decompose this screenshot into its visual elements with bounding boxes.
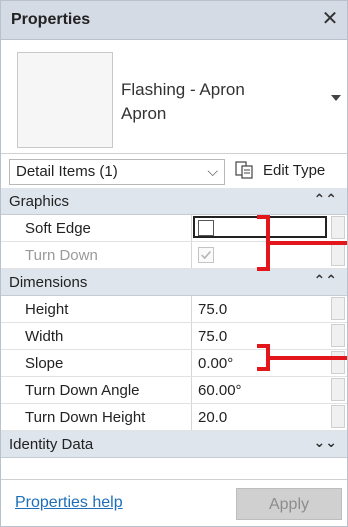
- category-identity-data[interactable]: Identity Data ⌄⌄: [1, 431, 347, 458]
- property-row-turn-down-angle: Turn Down Angle 60.00°: [1, 377, 347, 404]
- palette-footer: Properties help Apply: [1, 479, 347, 527]
- property-name-text: Soft Edge: [25, 220, 91, 237]
- edit-type-button[interactable]: Edit Type: [231, 158, 343, 184]
- property-row-slope: Slope 0.00°: [1, 350, 347, 377]
- row-scroll-button[interactable]: [331, 297, 345, 320]
- type-label: Apron: [121, 104, 167, 123]
- annotation-bracket-graphics-top: [257, 215, 270, 219]
- property-name: Slope: [1, 350, 192, 376]
- close-icon[interactable]: ✕: [319, 8, 341, 30]
- soft-edge-checkbox[interactable]: [198, 220, 214, 236]
- edit-type-icon: [235, 161, 253, 179]
- property-name: Turn Down Angle: [1, 377, 192, 403]
- property-value-text[interactable]: 0.00°: [198, 355, 233, 372]
- property-row-height: Height 75.0: [1, 296, 347, 323]
- property-name-text: Turn Down Height: [25, 409, 146, 426]
- property-row-soft-edge: Soft Edge: [1, 215, 347, 242]
- instance-filter-value: Detail Items (1): [16, 163, 118, 180]
- type-family-label: Flashing - Apron: [121, 80, 245, 99]
- property-value-text[interactable]: 75.0: [198, 328, 227, 345]
- property-name-text: Width: [25, 328, 64, 345]
- property-value[interactable]: 20.0: [192, 404, 329, 430]
- property-value: [192, 242, 329, 268]
- property-value-text[interactable]: 75.0: [198, 301, 227, 318]
- property-name-text: Slope: [25, 355, 64, 372]
- apply-button-label: Apply: [268, 496, 310, 513]
- property-name-text: Height: [25, 301, 69, 318]
- collapse-icon[interactable]: ⌃⌃: [314, 272, 337, 289]
- property-name: Height: [1, 296, 192, 322]
- row-scroll-button[interactable]: [331, 378, 345, 401]
- apply-button[interactable]: Apply: [236, 488, 342, 520]
- properties-palette: Properties ✕ Flashing - Apron Apron Deta…: [0, 0, 348, 527]
- turn-down-checkbox: [198, 247, 214, 263]
- instance-filter-row: Detail Items (1) ⌵ Edit Type: [1, 153, 347, 189]
- property-name: Width: [1, 323, 192, 349]
- row-scroll-button[interactable]: [331, 324, 345, 347]
- annotation-bracket-slope-top: [257, 344, 270, 348]
- property-row-turn-down: Turn Down: [1, 242, 347, 269]
- property-value[interactable]: 0.00°: [192, 350, 329, 376]
- properties-help-link[interactable]: Properties help: [15, 494, 123, 512]
- category-label: Identity Data: [9, 436, 94, 453]
- property-value-text[interactable]: 60.00°: [198, 382, 242, 399]
- property-name-text: Turn Down: [25, 247, 98, 264]
- property-row-turn-down-height: Turn Down Height 20.0: [1, 404, 347, 431]
- palette-title: Properties: [11, 11, 91, 28]
- row-scroll-button[interactable]: [331, 216, 345, 239]
- annotation-arrow-slope: [270, 356, 347, 360]
- type-selector[interactable]: Flashing - Apron Apron: [1, 40, 347, 152]
- annotation-arrow-graphics: [270, 241, 347, 245]
- annotation-bracket-slope-bottom: [257, 367, 270, 371]
- chevron-down-icon: ⌵: [207, 163, 218, 179]
- type-name: Flashing - Apron Apron: [121, 78, 245, 126]
- property-grid: Graphics ⌃⌃ Soft Edge Turn Down Dimensio…: [1, 188, 347, 458]
- collapse-icon[interactable]: ⌃⌃: [314, 191, 337, 208]
- annotation-bracket-graphics-bottom: [257, 267, 270, 271]
- property-row-width: Width 75.0: [1, 323, 347, 350]
- category-label: Graphics: [9, 193, 70, 210]
- edit-type-label: Edit Type: [263, 162, 326, 179]
- instance-filter-dropdown[interactable]: Detail Items (1) ⌵: [9, 159, 225, 185]
- type-preview-image: [17, 52, 113, 148]
- row-scroll-button[interactable]: [331, 351, 345, 374]
- type-dropdown-caret-icon[interactable]: [331, 95, 341, 101]
- property-value[interactable]: 60.00°: [192, 377, 329, 403]
- category-graphics[interactable]: Graphics ⌃⌃: [1, 188, 347, 215]
- category-dimensions[interactable]: Dimensions ⌃⌃: [1, 269, 347, 296]
- expand-icon[interactable]: ⌄⌄: [314, 434, 337, 451]
- property-name: Turn Down Height: [1, 404, 192, 430]
- property-name: Turn Down: [1, 242, 192, 268]
- property-value[interactable]: 75.0: [192, 296, 329, 322]
- property-name-text: Turn Down Angle: [25, 382, 140, 399]
- category-label: Dimensions: [9, 274, 88, 291]
- checkmark-icon: [201, 250, 211, 260]
- title-bar[interactable]: Properties ✕: [1, 1, 347, 40]
- property-value-text[interactable]: 20.0: [198, 409, 227, 426]
- property-name: Soft Edge: [1, 215, 192, 241]
- row-scroll-button[interactable]: [331, 405, 345, 428]
- row-scroll-button[interactable]: [331, 243, 345, 266]
